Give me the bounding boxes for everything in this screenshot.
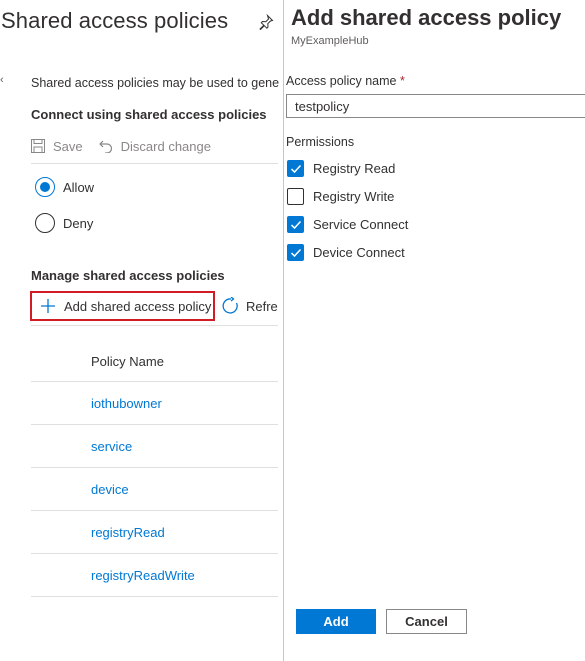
checkbox-checked[interactable] — [287, 160, 304, 177]
policies-table: Policy Name iothubowner service device r… — [31, 342, 278, 597]
discard-change-button[interactable]: Discard change — [98, 138, 211, 154]
checkbox-checked[interactable] — [287, 216, 304, 233]
refresh-label: Refre — [246, 298, 278, 314]
checkmark-icon — [290, 164, 301, 173]
undo-icon — [98, 140, 112, 153]
checkmark-icon — [290, 220, 301, 229]
policy-name-label: Access policy name * — [286, 74, 405, 88]
add-policy-label: Add shared access policy — [64, 298, 212, 314]
toolbar-divider — [31, 163, 278, 164]
cancel-button[interactable]: Cancel — [386, 609, 467, 634]
permission-registry-write[interactable]: Registry Write — [287, 188, 394, 205]
radio-deny-label: Deny — [63, 215, 94, 231]
radio-allow-label: Allow — [63, 179, 95, 195]
save-icon — [31, 139, 45, 153]
table-row[interactable]: registryRead — [31, 511, 278, 554]
discard-label: Discard change — [120, 138, 211, 154]
refresh-button[interactable]: Refre — [222, 297, 278, 315]
table-row[interactable]: service — [31, 425, 278, 468]
checkmark-icon — [290, 248, 301, 257]
add-policy-panel: Add shared access policy MyExampleHub Ac… — [284, 0, 585, 661]
panel-subtitle: MyExampleHub — [291, 35, 369, 47]
manage-heading: Manage shared access policies — [31, 268, 225, 283]
required-marker: * — [399, 74, 405, 88]
policy-name-label-text: Access policy name — [286, 74, 397, 88]
radio-button[interactable] — [35, 177, 55, 197]
shared-access-policies-blade: Shared access policies ‹ Shared access p… — [0, 0, 283, 661]
save-button[interactable]: Save — [31, 139, 83, 154]
blade-title: Shared access policies — [1, 8, 229, 33]
radio-allow[interactable]: Allow — [35, 177, 94, 197]
plus-icon — [41, 299, 55, 313]
column-header-policy-name: Policy Name — [31, 342, 278, 382]
checkbox-unchecked[interactable] — [287, 188, 304, 205]
table-row[interactable]: registryReadWrite — [31, 554, 278, 597]
save-label: Save — [53, 138, 83, 154]
policy-name-input[interactable] — [286, 94, 585, 118]
checkbox-checked[interactable] — [287, 244, 304, 261]
table-row[interactable]: device — [31, 468, 278, 511]
permission-device-connect[interactable]: Device Connect — [287, 244, 405, 261]
blade-description: Shared access policies may be used to ge… — [31, 76, 280, 90]
add-shared-access-policy-button[interactable]: Add shared access policy — [30, 291, 215, 321]
permission-label: Device Connect — [313, 245, 405, 260]
connect-heading: Connect using shared access policies — [31, 107, 267, 122]
permission-label: Registry Write — [313, 189, 395, 204]
table-row[interactable]: iothubowner — [31, 382, 278, 425]
policy-toolbar: Save Discard change — [31, 134, 227, 158]
section-divider — [31, 325, 278, 326]
pin-icon[interactable] — [258, 13, 274, 31]
add-button[interactable]: Add — [296, 609, 376, 634]
radio-button[interactable] — [35, 213, 55, 233]
permission-label: Service Connect — [313, 217, 409, 232]
permission-service-connect[interactable]: Service Connect — [287, 216, 408, 233]
permission-registry-read[interactable]: Registry Read — [287, 160, 395, 177]
permissions-label: Permissions — [286, 135, 355, 149]
refresh-icon — [222, 297, 238, 314]
permission-label: Registry Read — [313, 161, 396, 176]
radio-deny[interactable]: Deny — [35, 213, 93, 233]
panel-title: Add shared access policy — [291, 5, 562, 30]
collapse-chevron-icon[interactable]: ‹ — [0, 74, 4, 86]
